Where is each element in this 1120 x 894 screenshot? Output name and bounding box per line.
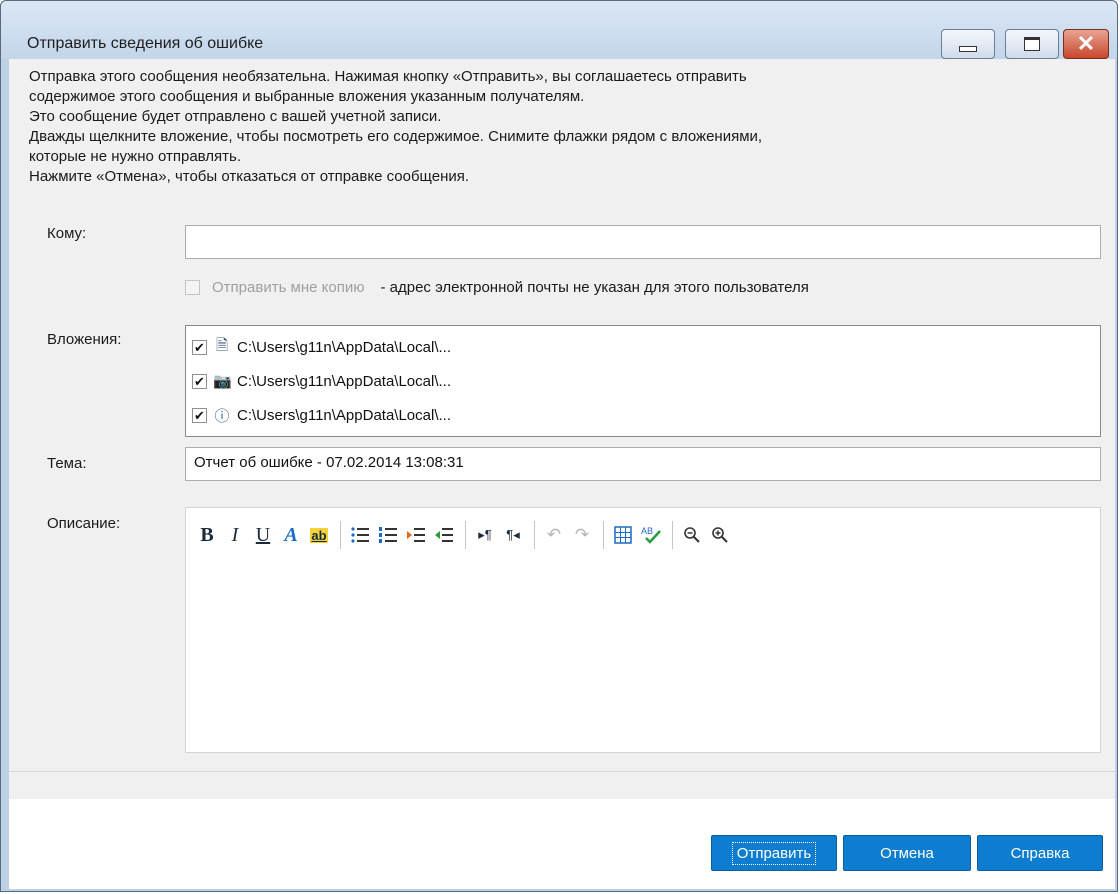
intro-line: содержимое этого сообщения и выбранные в… [29, 88, 585, 105]
footer-divider [9, 771, 1115, 772]
to-input[interactable] [185, 225, 1101, 259]
cancel-button[interactable]: Отмена [843, 835, 971, 871]
intro-line: Дважды щелкните вложение, чтобы посмотре… [29, 128, 763, 145]
intro-line: которые не нужно отправлять. [29, 148, 242, 165]
bullet-list-icon [351, 527, 369, 543]
indent-icon [407, 528, 425, 542]
undo-icon: ↶ [546, 525, 562, 544]
highlight-icon: ab [310, 527, 328, 543]
underline-button[interactable]: U [250, 522, 276, 548]
minimize-icon [959, 46, 977, 52]
toolbar-separator [340, 521, 341, 549]
send-copy-label: Отправить мне копию [212, 279, 365, 296]
attachment-item[interactable]: ✔ 🗎 C:\Users\g11n\AppData\Local\... [192, 330, 1100, 364]
description-text-area[interactable] [196, 564, 1090, 742]
dialog-window: Отправить сведения об ошибке ✕ Отправка … [0, 0, 1118, 892]
outdent-icon [435, 528, 453, 542]
intro-text: Отправка этого сообщения необязательна. … [29, 67, 1099, 187]
ltr-button[interactable]: ▸¶ [472, 522, 498, 548]
attachment-item[interactable]: ✔ 📷 C:\Users\g11n\AppData\Local\... [192, 364, 1100, 398]
attachments-list[interactable]: ✔ 🗎 C:\Users\g11n\AppData\Local\... ✔ 📷 … [185, 325, 1101, 437]
subject-input[interactable]: Отчет об ошибке - 07.02.2014 13:08:31 [185, 447, 1101, 481]
spell-check-icon: AB [641, 526, 661, 544]
indent-button[interactable] [403, 522, 429, 548]
zoom-out-button[interactable] [679, 522, 705, 548]
outdent-button[interactable] [431, 522, 457, 548]
bold-button[interactable]: B [194, 522, 220, 548]
toolbar-separator [672, 521, 673, 549]
attachment-item[interactable]: ✔ ⓘ C:\Users\g11n\AppData\Local\... [192, 398, 1100, 432]
attachment-checkbox[interactable]: ✔ [192, 407, 207, 423]
document-icon: 🗎 [215, 336, 229, 354]
subject-label: Тема: [47, 455, 87, 472]
send-button[interactable]: Отправить [711, 835, 837, 871]
rtl-icon: ¶◂ [506, 527, 520, 542]
font-color-button[interactable]: A [278, 522, 304, 548]
attachment-checkbox[interactable]: ✔ [192, 373, 207, 389]
toolbar-separator [465, 521, 466, 549]
attachment-path: C:\Users\g11n\AppData\Local\... [237, 338, 451, 356]
redo-icon: ↷ [574, 525, 590, 544]
bullet-list-button[interactable] [347, 522, 373, 548]
zoom-out-icon [684, 527, 700, 543]
numbered-list-button[interactable] [375, 522, 401, 548]
description-editor[interactable]: B I U A ab ▸¶ ¶◂ ↶ ↷ AB [185, 507, 1101, 753]
minimize-button[interactable] [941, 29, 995, 59]
intro-line: Это сообщение будет отправлено с вашей у… [29, 108, 442, 125]
close-button[interactable]: ✕ [1063, 29, 1109, 59]
maximize-button[interactable] [1005, 29, 1059, 59]
italic-button[interactable]: I [222, 522, 248, 548]
camera-icon: 📷 [213, 373, 232, 390]
svg-text:AB: AB [641, 526, 653, 536]
rtl-button[interactable]: ¶◂ [500, 522, 526, 548]
spell-check-button[interactable]: AB [638, 522, 664, 548]
attachment-path: C:\Users\g11n\AppData\Local\... [237, 406, 451, 424]
send-button-label: Отправить [731, 841, 817, 865]
intro-line: Нажмите «Отмена», чтобы отказаться от от… [29, 168, 470, 185]
to-label: Кому: [47, 225, 87, 242]
title-bar[interactable]: Отправить сведения об ошибке ✕ [1, 1, 1117, 59]
toolbar-separator [534, 521, 535, 549]
attachment-path: C:\Users\g11n\AppData\Local\... [237, 372, 451, 390]
send-copy-checkbox[interactable] [185, 280, 200, 295]
editor-toolbar: B I U A ab ▸¶ ¶◂ ↶ ↷ AB [194, 518, 735, 552]
zoom-in-icon [712, 527, 728, 543]
send-copy-row: Отправить мне копию - адрес электронной … [185, 279, 809, 296]
window-title: Отправить сведения об ошибке [27, 35, 264, 52]
table-icon [614, 526, 632, 544]
dialog-client-area: Отправка этого сообщения необязательна. … [9, 59, 1115, 889]
close-icon: ✕ [1076, 31, 1096, 56]
intro-line: Отправка этого сообщения необязательна. … [29, 68, 747, 85]
help-button-label: Справка [1010, 844, 1070, 862]
info-icon: ⓘ [214, 407, 230, 425]
attachment-checkbox[interactable]: ✔ [192, 339, 207, 355]
help-button[interactable]: Справка [977, 835, 1103, 871]
numbered-list-icon [379, 527, 397, 543]
cancel-button-label: Отмена [880, 844, 934, 862]
zoom-in-button[interactable] [707, 522, 733, 548]
toolbar-separator [603, 521, 604, 549]
send-copy-note: - адрес электронной почты не указан для … [380, 279, 809, 296]
maximize-icon [1024, 37, 1040, 51]
description-label: Описание: [47, 515, 121, 532]
insert-table-button[interactable] [610, 522, 636, 548]
ltr-icon: ▸¶ [478, 527, 492, 542]
highlight-button[interactable]: ab [306, 522, 332, 548]
undo-button[interactable]: ↶ [541, 522, 567, 548]
redo-button[interactable]: ↷ [569, 522, 595, 548]
attachments-label: Вложения: [47, 331, 122, 348]
